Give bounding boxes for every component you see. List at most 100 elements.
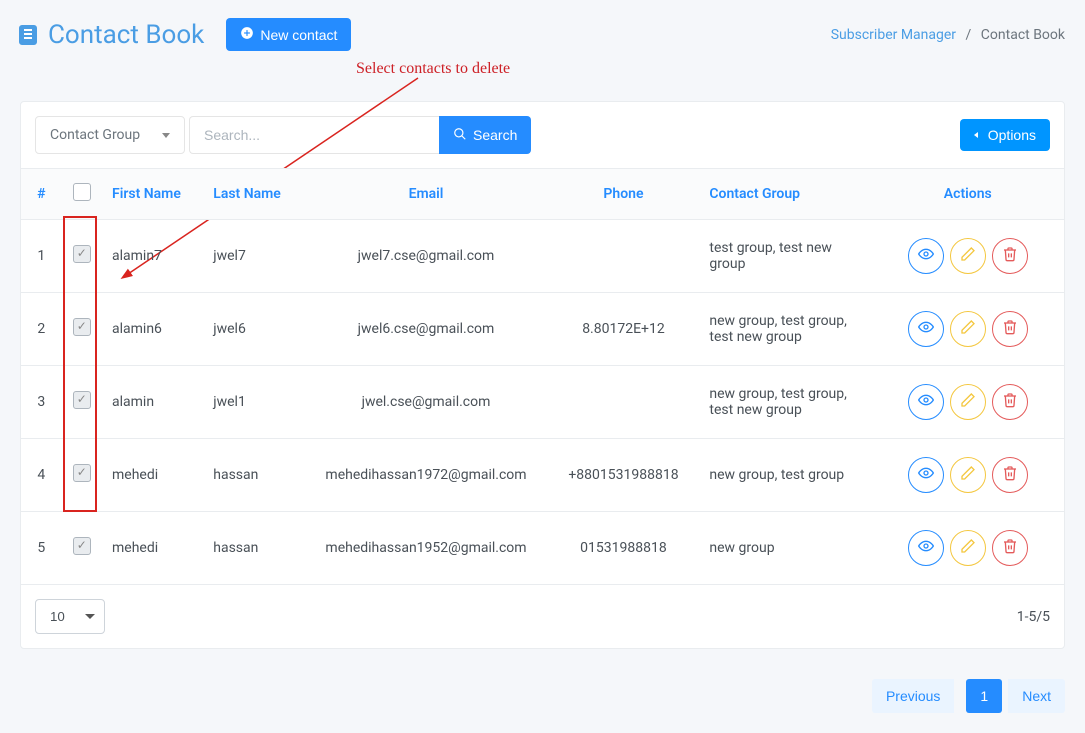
cell-email: jwel7.cse@gmail.com (305, 220, 548, 293)
pencil-icon (960, 392, 976, 412)
delete-button[interactable] (992, 384, 1028, 420)
table-row: 4 mehedihassanmehedihassan1972@gmail.com+… (21, 439, 1064, 512)
cell-last-name: jwel7 (203, 220, 304, 293)
pager-page-1[interactable]: 1 (966, 679, 1002, 713)
th-phone[interactable]: Phone (548, 169, 700, 220)
cell-first-name: mehedi (102, 439, 203, 512)
eye-icon (918, 319, 934, 339)
search-button[interactable]: Search (439, 116, 531, 154)
cell-email: jwel6.cse@gmail.com (305, 293, 548, 366)
cell-last-name: hassan (203, 439, 304, 512)
edit-button[interactable] (950, 530, 986, 566)
row-checkbox[interactable] (73, 464, 91, 482)
cell-first-name: alamin6 (102, 293, 203, 366)
search-button-label: Search (473, 127, 517, 143)
view-button[interactable] (908, 530, 944, 566)
th-email[interactable]: Email (305, 169, 548, 220)
caret-left-icon (974, 132, 978, 138)
cell-first-name: mehedi (102, 512, 203, 585)
view-button[interactable] (908, 311, 944, 347)
row-index: 2 (21, 293, 62, 366)
row-checkbox[interactable] (73, 391, 91, 409)
cell-contact-group: new group (699, 512, 871, 585)
breadcrumb-sep: / (966, 27, 972, 43)
edit-button[interactable] (950, 238, 986, 274)
options-button[interactable]: Options (960, 119, 1050, 151)
delete-button[interactable] (992, 311, 1028, 347)
edit-button[interactable] (950, 457, 986, 493)
new-contact-button[interactable]: New contact (226, 18, 351, 51)
cell-phone (548, 220, 700, 293)
annotation-text: Select contacts to delete (356, 60, 510, 78)
th-index[interactable]: # (21, 169, 62, 220)
row-checkbox[interactable] (73, 245, 91, 263)
eye-icon (918, 246, 934, 266)
row-index: 1 (21, 220, 62, 293)
contacts-table: # First Name Last Name Email Phone Conta… (21, 168, 1064, 585)
cell-email: mehedihassan1972@gmail.com (305, 439, 548, 512)
pager: Previous 1 Next (0, 669, 1085, 733)
row-index: 4 (21, 439, 62, 512)
eye-icon (918, 392, 934, 412)
plus-circle-icon (240, 26, 254, 43)
search-icon (453, 127, 467, 144)
row-index: 5 (21, 512, 62, 585)
page-title: Contact Book (16, 20, 204, 50)
cell-email: jwel.cse@gmail.com (305, 366, 548, 439)
cell-phone: +8801531988818 (548, 439, 700, 512)
cell-first-name: alamin7 (102, 220, 203, 293)
book-icon (16, 23, 40, 47)
table-row: 5 mehedihassanmehedihassan1952@gmail.com0… (21, 512, 1064, 585)
view-button[interactable] (908, 457, 944, 493)
th-actions: Actions (872, 169, 1064, 220)
row-index: 3 (21, 366, 62, 439)
pager-next[interactable]: Next (1008, 679, 1065, 713)
pager-prev[interactable]: Previous (872, 679, 954, 713)
eye-icon (918, 465, 934, 485)
edit-button[interactable] (950, 311, 986, 347)
row-checkbox[interactable] (73, 318, 91, 336)
pencil-icon (960, 246, 976, 266)
row-checkbox[interactable] (73, 537, 91, 555)
page-size-select[interactable]: 10 (35, 599, 105, 634)
cell-contact-group: new group, test group, test new group (699, 366, 871, 439)
th-first-name[interactable]: First Name (102, 169, 203, 220)
cell-phone (548, 366, 700, 439)
pencil-icon (960, 465, 976, 485)
table-row: 2 alamin6jwel6jwel6.cse@gmail.com8.80172E… (21, 293, 1064, 366)
options-button-label: Options (988, 127, 1036, 143)
delete-button[interactable] (992, 457, 1028, 493)
trash-icon (1002, 392, 1018, 412)
delete-button[interactable] (992, 238, 1028, 274)
pencil-icon (960, 538, 976, 558)
cell-email: mehedihassan1952@gmail.com (305, 512, 548, 585)
contact-group-select[interactable]: Contact Group (35, 116, 185, 154)
breadcrumb-parent[interactable]: Subscriber Manager (831, 27, 956, 43)
cell-first-name: alamin (102, 366, 203, 439)
pencil-icon (960, 319, 976, 339)
view-button[interactable] (908, 238, 944, 274)
breadcrumb: Subscriber Manager / Contact Book (831, 27, 1065, 43)
cell-last-name: jwel6 (203, 293, 304, 366)
view-button[interactable] (908, 384, 944, 420)
content-card: Contact Group Search Options (20, 101, 1065, 649)
delete-button[interactable] (992, 530, 1028, 566)
range-info: 1-5/5 (1017, 609, 1050, 625)
trash-icon (1002, 246, 1018, 266)
edit-button[interactable] (950, 384, 986, 420)
trash-icon (1002, 538, 1018, 558)
cell-phone: 8.80172E+12 (548, 293, 700, 366)
eye-icon (918, 538, 934, 558)
table-row: 1alamin7jwel7jwel7.cse@gmail.comtest gro… (21, 220, 1064, 293)
new-contact-label: New contact (260, 27, 337, 43)
th-last-name[interactable]: Last Name (203, 169, 304, 220)
breadcrumb-current: Contact Book (981, 27, 1065, 43)
cell-last-name: jwel1 (203, 366, 304, 439)
cell-last-name: hassan (203, 512, 304, 585)
cell-phone: 01531988818 (548, 512, 700, 585)
th-select (62, 169, 103, 220)
search-input[interactable] (189, 116, 439, 154)
cell-contact-group: new group, test group (699, 439, 871, 512)
select-all-checkbox[interactable] (73, 183, 91, 201)
th-contact-group[interactable]: Contact Group (699, 169, 871, 220)
